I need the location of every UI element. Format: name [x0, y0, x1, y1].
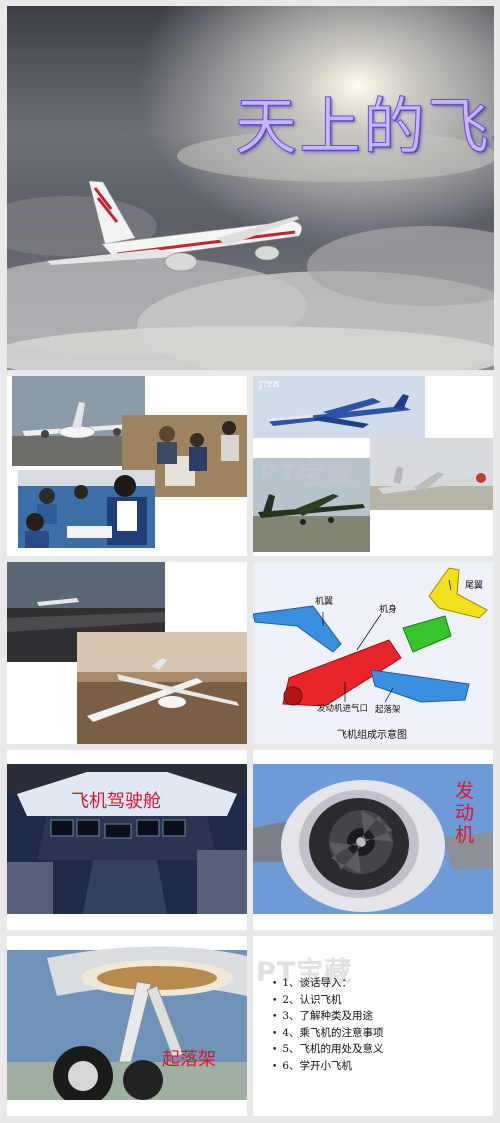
slide-cockpit: 飞机驾驶舱	[7, 750, 247, 930]
plane-parts-diagram	[253, 562, 493, 744]
outline-item: 1、谈话导入：	[272, 976, 384, 993]
landing-gear-label: 起落架	[162, 1049, 216, 1070]
outline-item: 2、认识飞机	[272, 993, 384, 1010]
label-intake: 发动机进气口	[317, 704, 369, 714]
outline-item: 5、飞机的用处及意义	[272, 1042, 383, 1059]
watermark: PT宝藏	[258, 459, 355, 490]
label-gear: 起落架	[375, 705, 401, 715]
slide-plane-parts: 机翼 机身 尾翼 发动机进气口 起落架 飞机组成示意图	[253, 562, 493, 744]
lesson-outline-list: 1、谈话导入： 2、认识飞机 3、了解种类及用途 4、乘飞机的注意事项 5、飞机…	[272, 976, 384, 1076]
slide-passenger-photos	[7, 376, 247, 556]
slide-runway-photos	[7, 562, 247, 744]
label-wing: 机翼	[315, 597, 334, 607]
slide-landing-gear: 起落架	[7, 936, 247, 1116]
cover-sky-image	[7, 6, 494, 370]
outline-item: 6、学开小飞机	[272, 1059, 384, 1076]
label-fuselage: 机身	[379, 605, 398, 615]
passenger-photo-collage	[12, 376, 247, 548]
slide-fighter-jets: J7EB PT宝藏	[253, 376, 493, 556]
label-tail: 尾翼	[465, 581, 484, 591]
outline-item: 3、了解种类及用途	[272, 1009, 384, 1026]
cover-slide: 天上的飞机	[7, 6, 494, 370]
diagram-caption: 飞机组成示意图	[337, 730, 407, 741]
engine-label: 发动机	[455, 780, 475, 846]
slide-engine: 发动机	[253, 750, 493, 930]
photo-tag: J7EB	[259, 380, 280, 389]
runway-photos	[7, 562, 247, 744]
cover-title: 天上的飞机	[234, 90, 494, 164]
cockpit-photo	[7, 764, 247, 930]
cockpit-label: 飞机驾驶舱	[71, 791, 161, 812]
landing-gear-photo	[7, 946, 247, 1116]
outline-item: 4、乘飞机的注意事项	[272, 1026, 383, 1043]
